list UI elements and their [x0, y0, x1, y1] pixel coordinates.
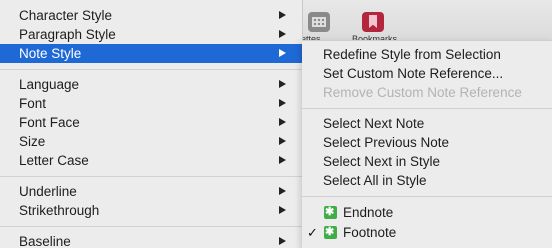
menu-item-paragraph-style[interactable]: Paragraph Style [0, 25, 302, 44]
submenu-item-label: Remove Custom Note Reference [323, 85, 522, 100]
menu-item-label: Strikethrough [19, 203, 100, 218]
menu-item-baseline[interactable]: Baseline [0, 232, 302, 248]
menu-item-label: Underline [19, 184, 77, 199]
submenu-item-select-next-note[interactable]: Select Next Note [302, 114, 552, 133]
menu-item-label: Letter Case [19, 153, 89, 168]
palettes-icon[interactable] [308, 12, 330, 32]
note-style-icon [324, 203, 337, 222]
menu-item-note-style[interactable]: Note Style [0, 44, 302, 63]
submenu-item-label: Select Previous Note [323, 135, 450, 150]
submenu-arrow-icon [279, 137, 286, 145]
submenu-arrow-icon [279, 237, 286, 245]
note-style-icon [324, 223, 337, 242]
submenu-arrow-icon [279, 49, 286, 57]
submenu-arrow-icon [279, 187, 286, 195]
menu-item-language[interactable]: Language [0, 75, 302, 94]
menu-item-label: Baseline [19, 234, 71, 248]
submenu-separator [302, 108, 552, 109]
menu-item-label: Size [19, 134, 46, 149]
submenu-item-endnote[interactable]: Endnote [302, 203, 552, 222]
menu-separator [0, 69, 302, 70]
submenu-item-label: Set Custom Note Reference... [323, 66, 504, 81]
submenu-item-select-previous-note[interactable]: Select Previous Note [302, 133, 552, 152]
bookmarks-icon[interactable] [362, 12, 384, 32]
submenu-item-label: Endnote [343, 205, 394, 220]
submenu-item-select-next-in-style[interactable]: Select Next in Style [302, 152, 552, 171]
menu-item-letter-case[interactable]: Letter Case [0, 151, 302, 170]
submenu-item-label: Select All in Style [323, 173, 427, 188]
menu-item-label: Paragraph Style [19, 27, 116, 42]
submenu-item-label: Select Next Note [323, 116, 425, 131]
submenu-arrow-icon [279, 11, 286, 19]
menu-item-size[interactable]: Size [0, 132, 302, 151]
submenu-arrow-icon [279, 80, 286, 88]
menu-item-label: Note Style [19, 46, 82, 61]
menu-item-character-style[interactable]: Character Style [0, 6, 302, 25]
menu-item-label: Font [19, 96, 47, 111]
menu-item-underline[interactable]: Underline [0, 182, 302, 201]
menu-item-label: Character Style [19, 8, 113, 23]
menu-item-label: Language [19, 77, 80, 92]
submenu-separator [302, 196, 552, 197]
submenu-item-label: Redefine Style from Selection [323, 47, 501, 62]
submenu-item-remove-custom-note-reference: Remove Custom Note Reference [302, 83, 552, 102]
submenu-item-label: Select Next in Style [323, 154, 441, 169]
submenu-item-footnote[interactable]: ✓ Footnote [302, 223, 552, 242]
menu-item-strikethrough[interactable]: Strikethrough [0, 201, 302, 220]
menu-item-font[interactable]: Font [0, 94, 302, 113]
menu-separator [0, 226, 302, 227]
submenu-arrow-icon [279, 99, 286, 107]
screen: alettes Bookmarks Character Style Paragr… [0, 0, 552, 248]
menu-item-label: Font Face [19, 115, 80, 130]
checkmark-icon: ✓ [307, 225, 318, 240]
submenu-item-redefine-style[interactable]: Redefine Style from Selection [302, 45, 552, 64]
menu-separator [0, 176, 302, 177]
submenu-arrow-icon [279, 118, 286, 126]
submenu-item-select-all-in-style[interactable]: Select All in Style [302, 171, 552, 190]
note-style-submenu: Redefine Style from Selection Set Custom… [302, 40, 552, 248]
format-menu: Character Style Paragraph Style Note Sty… [0, 0, 303, 248]
submenu-item-set-custom-note-reference[interactable]: Set Custom Note Reference... [302, 64, 552, 83]
menu-item-font-face[interactable]: Font Face [0, 113, 302, 132]
submenu-item-label: Footnote [343, 225, 397, 240]
submenu-arrow-icon [279, 30, 286, 38]
submenu-arrow-icon [279, 206, 286, 214]
submenu-arrow-icon [279, 156, 286, 164]
